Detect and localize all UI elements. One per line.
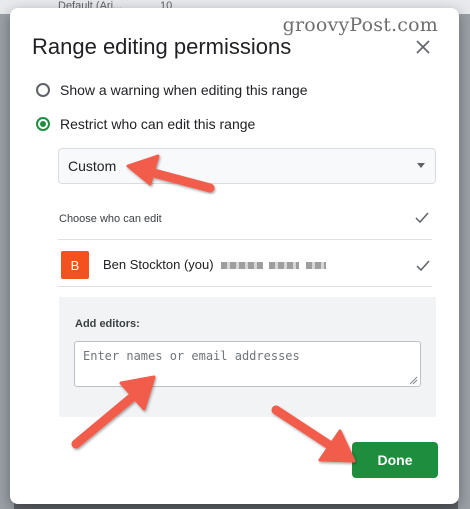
add-editors-label: Add editors: [75,318,140,330]
close-button[interactable] [410,34,436,60]
checkmark-icon[interactable] [415,212,429,224]
divider [58,239,432,240]
close-icon [416,40,430,54]
background-sheet-right [458,14,470,509]
choose-who-label: Choose who can edit [59,213,162,225]
redacted-email [221,262,263,269]
resize-handle-icon[interactable] [409,376,418,385]
radio-button[interactable] [36,83,50,97]
watermark: groovyPost.com [282,14,438,36]
user-row: B Ben Stockton (you) [58,245,432,285]
radio-show-warning[interactable]: Show a warning when editing this range [36,82,308,98]
redacted-email [306,262,326,269]
radio-label-show-warning: Show a warning when editing this range [60,82,308,98]
checkmark-icon[interactable] [416,260,430,272]
permission-select[interactable]: Custom [58,148,436,184]
select-value: Custom [68,158,117,174]
add-editors-panel: Add editors: [59,297,436,417]
user-name: Ben Stockton (you) [103,257,214,272]
redacted-email [269,262,299,269]
radio-label-restrict: Restrict who can edit this range [60,116,256,132]
avatar: B [61,251,89,279]
divider [58,286,432,287]
radio-restrict[interactable]: Restrict who can edit this range [36,116,255,132]
done-button[interactable]: Done [352,442,438,478]
chevron-down-icon [417,163,425,168]
radio-button-checked[interactable] [36,117,50,131]
add-editors-input[interactable] [74,341,421,387]
range-editing-dialog: Range editing permissions Show a warning… [10,8,459,504]
dialog-title: Range editing permissions [32,34,292,59]
